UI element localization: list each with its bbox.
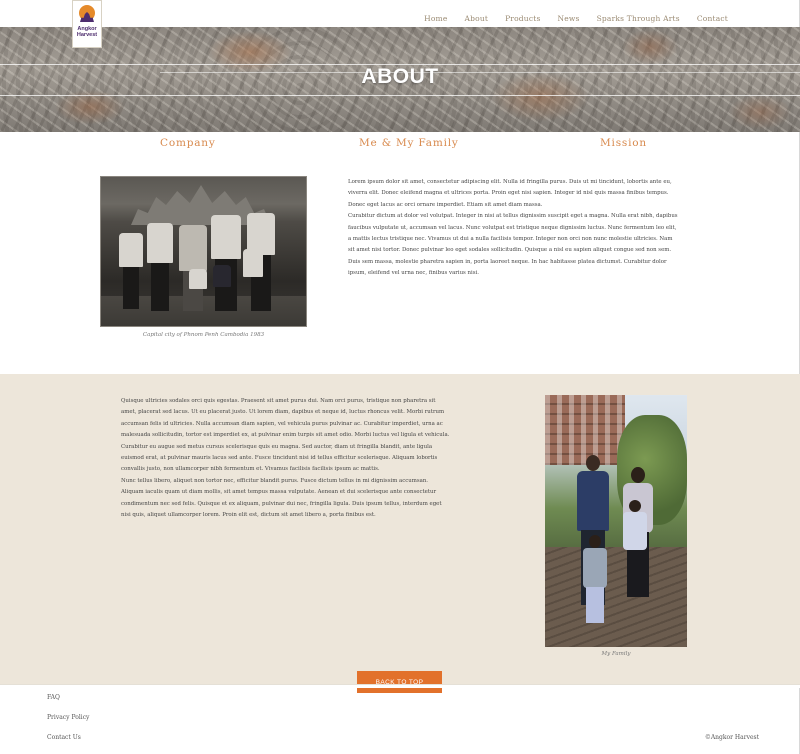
nav-item-contact[interactable]: Contact	[697, 14, 728, 23]
nav-item-home[interactable]: Home	[424, 14, 447, 23]
historic-family-photo	[100, 176, 307, 327]
sun-temple-icon	[77, 5, 97, 25]
family-photo-caption: My Family	[601, 651, 631, 657]
family-story-paragraph: Lorem ipsum dolor sit amet, consectetur …	[348, 179, 672, 208]
angkor-harvest-logo[interactable]: Angkor Harvest	[72, 0, 102, 48]
copyright-text: ©Angkor Harvest	[704, 734, 759, 741]
page-title: ABOUT	[361, 65, 439, 88]
family-band-text: Quisque ultricies sodales orci quis eges…	[121, 396, 451, 521]
my-family-photo	[545, 395, 687, 647]
family-story-paragraph: Curabitur dictum at dolor vel volutpat. …	[348, 213, 678, 277]
family-band-paragraph: Quisque ultricies sodales orci quis eges…	[121, 398, 450, 473]
logo-brand-text: Angkor Harvest	[76, 26, 98, 38]
footer-link-privacy-policy[interactable]: Privacy Policy	[47, 714, 89, 721]
hero-banner: ABOUT	[0, 27, 800, 132]
tab-mission[interactable]: Mission	[600, 137, 647, 149]
family-story-text: Lorem ipsum dolor sit amet, consectetur …	[348, 177, 678, 280]
footer-link-faq[interactable]: FAQ	[47, 694, 89, 701]
footer-links: FAQ Privacy Policy Contact Us	[47, 694, 89, 754]
nav-item-sparks-through-arts[interactable]: Sparks Through Arts	[597, 14, 680, 23]
tab-me-and-my-family[interactable]: Me & My Family	[359, 137, 459, 149]
footer-link-contact-us[interactable]: Contact Us	[47, 734, 89, 741]
family-band-paragraph: Nunc tellus libero, aliquet non tortor n…	[121, 477, 442, 519]
footer-divider	[0, 684, 800, 688]
nav-item-products[interactable]: Products	[505, 14, 540, 23]
section-tabs: Company Me & My Family Mission	[0, 137, 800, 151]
main-nav: Home About Products News Sparks Through …	[407, 14, 728, 23]
historic-photo-caption: Capital city of Phnom Penh Cambodia 1983	[142, 332, 265, 338]
nav-item-about[interactable]: About	[464, 14, 488, 23]
nav-item-news[interactable]: News	[558, 14, 580, 23]
back-to-top-button[interactable]: BACK TO TOP	[357, 671, 442, 693]
tab-company[interactable]: Company	[160, 137, 216, 149]
